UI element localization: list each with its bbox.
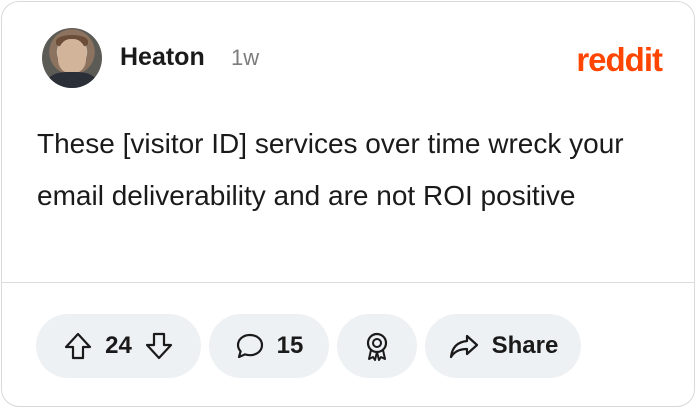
- action-bar: 24 15 Share: [36, 314, 581, 378]
- divider: [2, 282, 694, 283]
- upvote-icon[interactable]: [63, 331, 93, 361]
- award-icon: [361, 330, 393, 362]
- post-header: Heaton 1w reddit: [42, 28, 663, 88]
- username[interactable]: Heaton: [120, 43, 205, 72]
- award-button[interactable]: [337, 314, 417, 378]
- avatar[interactable]: [42, 28, 102, 88]
- comment-count: 15: [276, 332, 304, 359]
- comment-icon: [235, 331, 265, 361]
- share-icon: [448, 331, 480, 361]
- post-card: Heaton 1w reddit These [visitor ID] serv…: [1, 1, 695, 407]
- share-button[interactable]: Share: [425, 314, 581, 378]
- downvote-icon[interactable]: [144, 331, 174, 361]
- vote-pill: 24: [36, 314, 201, 378]
- post-age: 1w: [231, 45, 260, 70]
- vote-count: 24: [105, 332, 132, 359]
- comments-button[interactable]: 15: [209, 314, 329, 378]
- post-body: These [visitor ID] services over time wr…: [37, 128, 624, 211]
- reddit-logo: reddit: [576, 41, 663, 78]
- share-label: Share: [491, 332, 559, 359]
